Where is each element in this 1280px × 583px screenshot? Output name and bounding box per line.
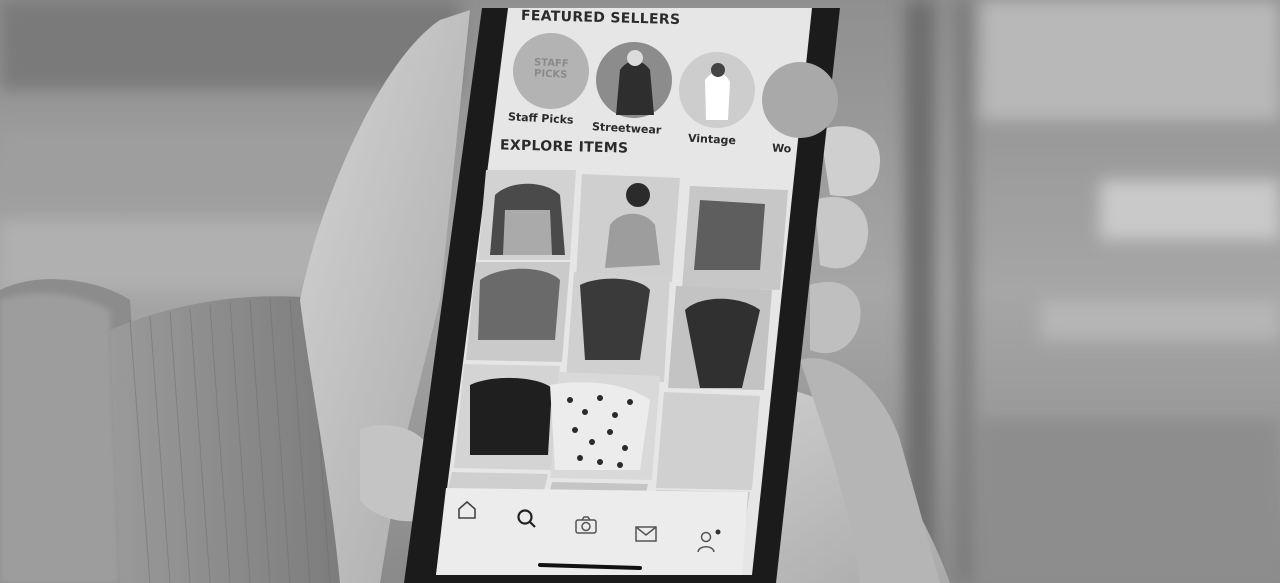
photo-scene: FEATURED SELLERS STAFF PICKS Staff Picks… <box>0 0 1280 583</box>
seller-circle-wo <box>762 62 838 138</box>
smartphone <box>404 8 840 583</box>
seller-circle-staff-picks <box>513 33 589 109</box>
bottom-nav <box>436 488 748 575</box>
